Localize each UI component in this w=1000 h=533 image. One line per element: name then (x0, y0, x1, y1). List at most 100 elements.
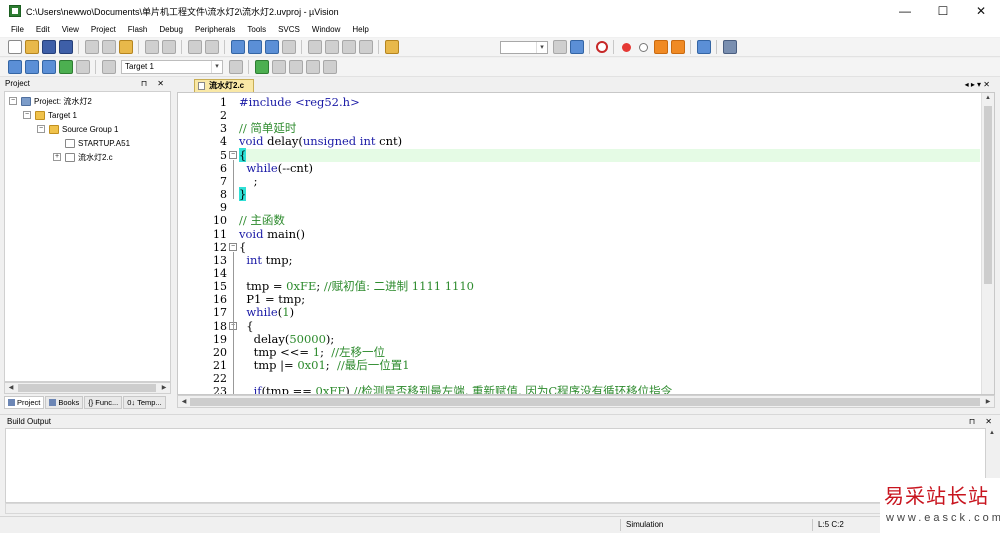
scroll-left-icon[interactable]: ◀ (5, 383, 17, 393)
build-output-pane[interactable] (5, 428, 986, 503)
collapse-icon[interactable]: − (9, 97, 17, 105)
window-layout-icon[interactable] (696, 40, 711, 54)
next-bookmark-icon[interactable] (264, 40, 279, 54)
configure-icon[interactable] (722, 40, 737, 54)
code-line[interactable] (239, 109, 980, 122)
code-line[interactable]: tmp <<= 1; //左移一位 (239, 345, 980, 359)
code-line[interactable] (239, 372, 980, 385)
indent-icon[interactable] (307, 40, 322, 54)
clear-bookmarks-icon[interactable] (281, 40, 296, 54)
navigate-forward-icon[interactable] (204, 40, 219, 54)
batch-build-icon[interactable] (58, 60, 73, 74)
menu-edit[interactable]: Edit (30, 22, 56, 37)
panel-tab-2[interactable]: {} Func... (84, 396, 123, 409)
translate-icon[interactable] (7, 60, 22, 74)
menu-flash[interactable]: Flash (122, 22, 154, 37)
code-line[interactable]: void delay(unsigned int cnt) (239, 135, 980, 148)
collapse-icon[interactable]: − (37, 125, 45, 133)
open-file-icon[interactable] (24, 40, 39, 54)
menu-debug[interactable]: Debug (153, 22, 189, 37)
expand-icon[interactable]: + (53, 153, 61, 161)
panel-tab-3[interactable]: 0↓ Temp... (123, 396, 166, 409)
build-output-pin-close[interactable]: ⊓ ✕ (969, 415, 996, 428)
target-select[interactable]: Target 1 ▾ (121, 60, 223, 74)
scroll-right-icon[interactable]: ▶ (158, 383, 170, 393)
tree-project-root[interactable]: − Project: 流水灯2 (9, 94, 92, 108)
menu-project[interactable]: Project (85, 22, 122, 37)
find-in-files-icon[interactable] (384, 40, 399, 54)
code-line[interactable]: void main() (239, 227, 980, 241)
rebuild-icon[interactable] (41, 60, 56, 74)
close-button[interactable]: ✕ (962, 0, 1000, 22)
code-editor[interactable]: 1 2 3 4 5 6 7 8 9 10 11 12 13 14 15 16 17 18 19 20 21 22 23 ▲ … (177, 92, 995, 395)
menu-tools[interactable]: Tools (241, 22, 272, 37)
scroll-thumb[interactable] (190, 398, 980, 406)
tree-target[interactable]: − Target 1 (23, 108, 77, 122)
maximize-button[interactable]: ☐ (924, 0, 962, 22)
run-time-environment-icon[interactable] (322, 60, 337, 74)
code-line[interactable]: // 主函数 (239, 214, 980, 227)
scroll-thumb[interactable] (18, 384, 156, 392)
code-line[interactable]: while(1) (239, 306, 980, 319)
menu-window[interactable]: Window (306, 22, 346, 37)
scroll-left-icon[interactable]: ◀ (178, 397, 190, 407)
find-icon[interactable] (552, 40, 567, 54)
code-line[interactable]: while(--cnt) (239, 161, 980, 175)
code-line[interactable]: #include <reg52.h> (239, 96, 980, 109)
scroll-thumb[interactable] (984, 106, 992, 284)
debug-session-icon[interactable] (595, 41, 608, 53)
code-line[interactable]: P1 = tmp; (239, 293, 980, 306)
fold-collapse-icon[interactable]: − (229, 243, 237, 252)
menu-view[interactable]: View (56, 22, 85, 37)
unindent-icon[interactable] (324, 40, 339, 54)
bookmark-icon[interactable] (230, 40, 245, 54)
menu-file[interactable]: File (5, 22, 30, 37)
scroll-right-icon[interactable]: ▶ (982, 397, 994, 407)
comment-icon[interactable] (341, 40, 356, 54)
editor-hscrollbar[interactable]: ◀ ▶ (177, 395, 995, 408)
download-icon[interactable] (101, 60, 116, 74)
stop-build-icon[interactable] (75, 60, 90, 74)
editor-file-tab[interactable]: 流水灯2.c (194, 79, 254, 92)
editor-tab-controls[interactable]: ◂ ▸ ▾ ✕ (965, 78, 990, 91)
editor-vscrollbar[interactable]: ▲ (981, 93, 994, 394)
select-packs-icon[interactable] (288, 60, 303, 74)
pack-installer-icon[interactable] (305, 60, 320, 74)
fold-collapse-icon[interactable]: − (229, 151, 237, 160)
tree-file-main-c[interactable]: + 流水灯2.c (53, 150, 113, 164)
code-line[interactable]: { (239, 147, 980, 162)
undo-icon[interactable] (144, 40, 159, 54)
panel-tab-1[interactable]: Books (45, 396, 84, 409)
kill-breakpoints-icon[interactable] (670, 40, 685, 54)
target-options-icon[interactable] (228, 60, 243, 74)
code-line[interactable]: tmp = 0xFE; //赋初值: 二进制 1111 1110 (239, 280, 980, 293)
code-line[interactable]: // 简单延时 (239, 122, 980, 135)
redo-icon[interactable] (161, 40, 176, 54)
code-line[interactable]: { (239, 319, 980, 333)
prev-bookmark-icon[interactable] (247, 40, 262, 54)
code-line[interactable]: int tmp; (239, 253, 980, 267)
menu-peripherals[interactable]: Peripherals (189, 22, 241, 37)
minimize-button[interactable]: — (886, 0, 924, 22)
build-output-hscrollbar[interactable] (5, 503, 986, 514)
code-line[interactable]: tmp |= 0x01; //最后一位置1 (239, 359, 980, 372)
collapse-icon[interactable]: − (23, 111, 31, 119)
copy-icon[interactable] (101, 40, 116, 54)
save-all-icon[interactable] (58, 40, 73, 54)
code-line[interactable]: ; (239, 174, 980, 188)
menu-help[interactable]: Help (346, 22, 374, 37)
panel-tab-0[interactable]: Project (4, 396, 45, 409)
enable-breakpoint-icon[interactable] (639, 42, 648, 52)
find-combo[interactable]: ▾ (500, 40, 548, 54)
project-panel-pin-close[interactable]: ⊓ ✕ (141, 78, 168, 90)
insert-breakpoint-icon[interactable] (622, 42, 631, 52)
navigate-back-icon[interactable] (187, 40, 202, 54)
save-icon[interactable] (41, 40, 56, 54)
code-line[interactable]: delay(50000); (239, 332, 980, 346)
uncomment-icon[interactable] (358, 40, 373, 54)
scroll-up-icon[interactable]: ▲ (982, 93, 994, 103)
code-line[interactable]: { (239, 240, 980, 254)
code-line[interactable] (239, 201, 980, 214)
tree-source-group[interactable]: − Source Group 1 (37, 122, 118, 136)
code-line[interactable]: } (239, 187, 980, 202)
